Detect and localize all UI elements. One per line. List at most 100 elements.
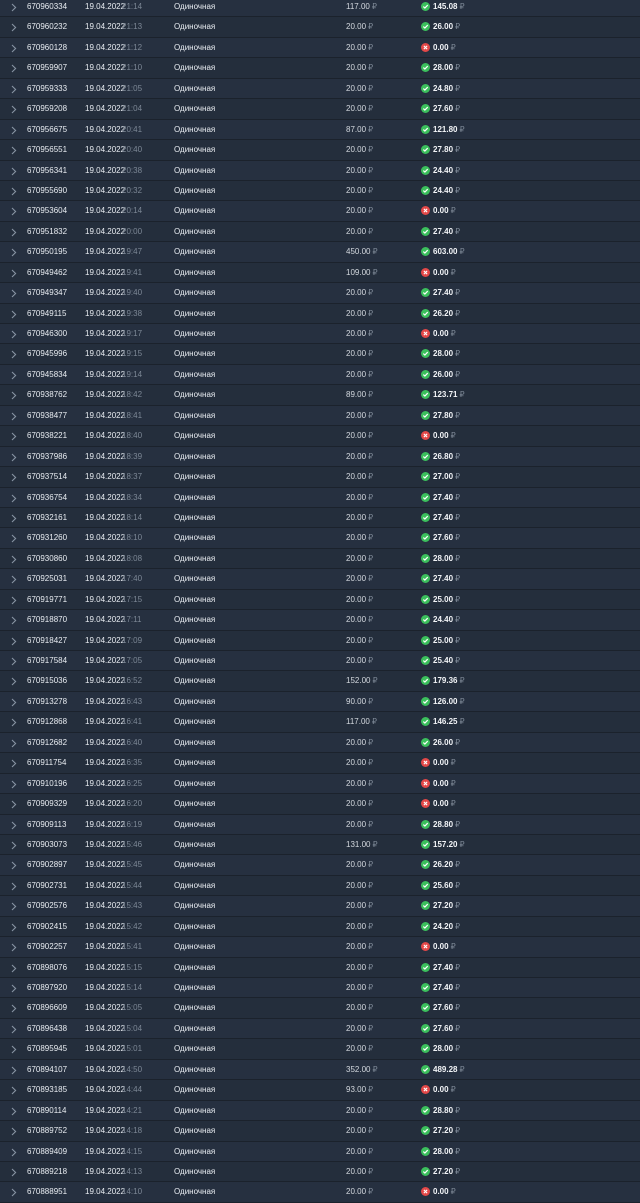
chevron-right-icon[interactable] bbox=[11, 120, 19, 140]
chevron-right-icon[interactable] bbox=[11, 1060, 19, 1080]
chevron-right-icon[interactable] bbox=[11, 671, 19, 691]
bet-row[interactable]: 670925031 19.04.2022 17:40 Одиночная 20.… bbox=[0, 569, 640, 590]
chevron-right-icon[interactable] bbox=[11, 876, 19, 896]
bet-row[interactable]: 670918870 19.04.2022 17:11 Одиночная 20.… bbox=[0, 610, 640, 631]
bet-row[interactable]: 670960334 19.04.2022 21:14 Одиночная 117… bbox=[0, 0, 640, 18]
chevron-right-icon[interactable] bbox=[11, 426, 19, 446]
bet-row[interactable]: 670915036 19.04.2022 16:52 Одиночная 152… bbox=[0, 671, 640, 692]
bet-row[interactable]: 670959333 19.04.2022 21:05 Одиночная 20.… bbox=[0, 78, 640, 100]
bet-row[interactable]: 670909329 19.04.2022 16:20 Одиночная 20.… bbox=[0, 794, 640, 815]
bet-row[interactable]: 670910196 19.04.2022 16:25 Одиночная 20.… bbox=[0, 773, 640, 795]
bet-row[interactable]: 670959208 19.04.2022 21:04 Одиночная 20.… bbox=[0, 99, 640, 120]
chevron-right-icon[interactable] bbox=[11, 181, 19, 201]
chevron-right-icon[interactable] bbox=[11, 242, 19, 262]
chevron-right-icon[interactable] bbox=[11, 610, 19, 630]
chevron-right-icon[interactable] bbox=[11, 161, 19, 181]
chevron-right-icon[interactable] bbox=[11, 488, 19, 508]
bet-row[interactable]: 670909113 19.04.2022 16:19 Одиночная 20.… bbox=[0, 814, 640, 835]
chevron-right-icon[interactable] bbox=[11, 815, 19, 835]
bet-row[interactable]: 670902257 19.04.2022 15:41 Одиночная 20.… bbox=[0, 937, 640, 958]
chevron-right-icon[interactable] bbox=[11, 937, 19, 957]
chevron-right-icon[interactable] bbox=[11, 1121, 19, 1141]
bet-row[interactable]: 670951832 19.04.2022 20:00 Одиночная 20.… bbox=[0, 221, 640, 243]
chevron-right-icon[interactable] bbox=[11, 1182, 19, 1202]
bet-row[interactable]: 670956341 19.04.2022 20:38 Одиночная 20.… bbox=[0, 160, 640, 181]
chevron-right-icon[interactable] bbox=[11, 508, 19, 528]
chevron-right-icon[interactable] bbox=[11, 17, 19, 37]
chevron-right-icon[interactable] bbox=[11, 79, 19, 99]
bet-row[interactable]: 670911754 19.04.2022 16:35 Одиночная 20.… bbox=[0, 753, 640, 774]
chevron-right-icon[interactable] bbox=[11, 406, 19, 426]
bet-row[interactable]: 670955690 19.04.2022 20:32 Одиночная 20.… bbox=[0, 180, 640, 202]
bet-row[interactable]: 670889218 19.04.2022 14:13 Одиночная 20.… bbox=[0, 1161, 640, 1183]
bet-row[interactable]: 670912682 19.04.2022 16:40 Одиночная 20.… bbox=[0, 732, 640, 754]
bet-row[interactable]: 670960128 19.04.2022 21:12 Одиночная 20.… bbox=[0, 37, 640, 59]
chevron-right-icon[interactable] bbox=[11, 385, 19, 405]
bet-row[interactable]: 670937986 19.04.2022 18:39 Одиночная 20.… bbox=[0, 446, 640, 468]
chevron-right-icon[interactable] bbox=[11, 344, 19, 364]
bet-row[interactable]: 670946300 19.04.2022 19:17 Одиночная 20.… bbox=[0, 324, 640, 345]
bet-row[interactable]: 670956551 19.04.2022 20:40 Одиночная 20.… bbox=[0, 140, 640, 161]
chevron-right-icon[interactable] bbox=[11, 58, 19, 78]
chevron-right-icon[interactable] bbox=[11, 99, 19, 119]
chevron-right-icon[interactable] bbox=[11, 0, 19, 17]
bet-row[interactable]: 670889409 19.04.2022 14:15 Одиночная 20.… bbox=[0, 1141, 640, 1162]
bet-row[interactable]: 670949347 19.04.2022 19:40 Одиночная 20.… bbox=[0, 283, 640, 304]
bet-row[interactable]: 670902731 19.04.2022 15:44 Одиночная 20.… bbox=[0, 875, 640, 897]
chevron-right-icon[interactable] bbox=[11, 304, 19, 324]
bet-row[interactable]: 670953604 19.04.2022 20:14 Одиночная 20.… bbox=[0, 201, 640, 222]
bet-row[interactable]: 670903073 19.04.2022 15:46 Одиночная 131… bbox=[0, 834, 640, 856]
chevron-right-icon[interactable] bbox=[11, 324, 19, 344]
bet-row[interactable]: 670931260 19.04.2022 18:10 Одиночная 20.… bbox=[0, 528, 640, 549]
chevron-right-icon[interactable] bbox=[11, 917, 19, 937]
chevron-right-icon[interactable] bbox=[11, 1039, 19, 1059]
chevron-right-icon[interactable] bbox=[11, 896, 19, 916]
bet-row[interactable]: 670913278 19.04.2022 16:43 Одиночная 90.… bbox=[0, 691, 640, 713]
chevron-right-icon[interactable] bbox=[11, 692, 19, 712]
chevron-right-icon[interactable] bbox=[11, 549, 19, 569]
bet-row[interactable]: 670932161 19.04.2022 18:14 Одиночная 20.… bbox=[0, 507, 640, 529]
bet-row[interactable]: 670894107 19.04.2022 14:50 Одиночная 352… bbox=[0, 1059, 640, 1081]
chevron-right-icon[interactable] bbox=[11, 447, 19, 467]
bet-row[interactable]: 670956675 19.04.2022 20:41 Одиночная 87.… bbox=[0, 119, 640, 141]
chevron-right-icon[interactable] bbox=[11, 283, 19, 303]
bet-row[interactable]: 670949115 19.04.2022 19:38 Одиночная 20.… bbox=[0, 303, 640, 324]
chevron-right-icon[interactable] bbox=[11, 590, 19, 610]
chevron-right-icon[interactable] bbox=[11, 38, 19, 58]
chevron-right-icon[interactable] bbox=[11, 1080, 19, 1100]
bet-row[interactable]: 670895945 19.04.2022 15:01 Одиночная 20.… bbox=[0, 1039, 640, 1060]
chevron-right-icon[interactable] bbox=[11, 1101, 19, 1121]
bet-row[interactable]: 670889752 19.04.2022 14:18 Одиночная 20.… bbox=[0, 1121, 640, 1142]
chevron-right-icon[interactable] bbox=[11, 1142, 19, 1162]
bet-row[interactable]: 670945996 19.04.2022 19:15 Одиночная 20.… bbox=[0, 344, 640, 365]
chevron-right-icon[interactable] bbox=[11, 835, 19, 855]
chevron-right-icon[interactable] bbox=[11, 753, 19, 773]
chevron-right-icon[interactable] bbox=[11, 201, 19, 221]
chevron-right-icon[interactable] bbox=[11, 651, 19, 671]
bet-row[interactable]: 670896438 19.04.2022 15:04 Одиночная 20.… bbox=[0, 1018, 640, 1040]
bet-row[interactable]: 670902415 19.04.2022 15:42 Одиночная 20.… bbox=[0, 916, 640, 938]
bet-row[interactable]: 670938762 19.04.2022 18:42 Одиночная 89.… bbox=[0, 385, 640, 406]
chevron-right-icon[interactable] bbox=[11, 855, 19, 875]
bet-row[interactable]: 670937514 19.04.2022 18:37 Одиночная 20.… bbox=[0, 467, 640, 488]
chevron-right-icon[interactable] bbox=[11, 263, 19, 283]
chevron-right-icon[interactable] bbox=[11, 631, 19, 651]
bet-row[interactable]: 670938221 19.04.2022 18:40 Одиночная 20.… bbox=[0, 426, 640, 447]
chevron-right-icon[interactable] bbox=[11, 569, 19, 589]
bet-row[interactable]: 670902576 19.04.2022 15:43 Одиночная 20.… bbox=[0, 896, 640, 917]
chevron-right-icon[interactable] bbox=[11, 1019, 19, 1039]
chevron-right-icon[interactable] bbox=[11, 733, 19, 753]
chevron-right-icon[interactable] bbox=[11, 140, 19, 160]
bet-row[interactable]: 670960232 19.04.2022 21:13 Одиночная 20.… bbox=[0, 17, 640, 38]
chevron-right-icon[interactable] bbox=[11, 978, 19, 998]
chevron-right-icon[interactable] bbox=[11, 467, 19, 487]
bet-row[interactable]: 670959907 19.04.2022 21:10 Одиночная 20.… bbox=[0, 58, 640, 79]
bet-row[interactable]: 670919771 19.04.2022 17:15 Одиночная 20.… bbox=[0, 589, 640, 611]
bet-row[interactable]: 670902897 19.04.2022 15:45 Одиночная 20.… bbox=[0, 855, 640, 876]
chevron-right-icon[interactable] bbox=[11, 365, 19, 385]
bet-row[interactable]: 670936754 19.04.2022 18:34 Одиночная 20.… bbox=[0, 487, 640, 508]
chevron-right-icon[interactable] bbox=[11, 1162, 19, 1182]
bet-row[interactable]: 670912868 19.04.2022 16:41 Одиночная 117… bbox=[0, 712, 640, 733]
chevron-right-icon[interactable] bbox=[11, 958, 19, 978]
bet-row[interactable]: 670896609 19.04.2022 15:05 Одиночная 20.… bbox=[0, 998, 640, 1019]
